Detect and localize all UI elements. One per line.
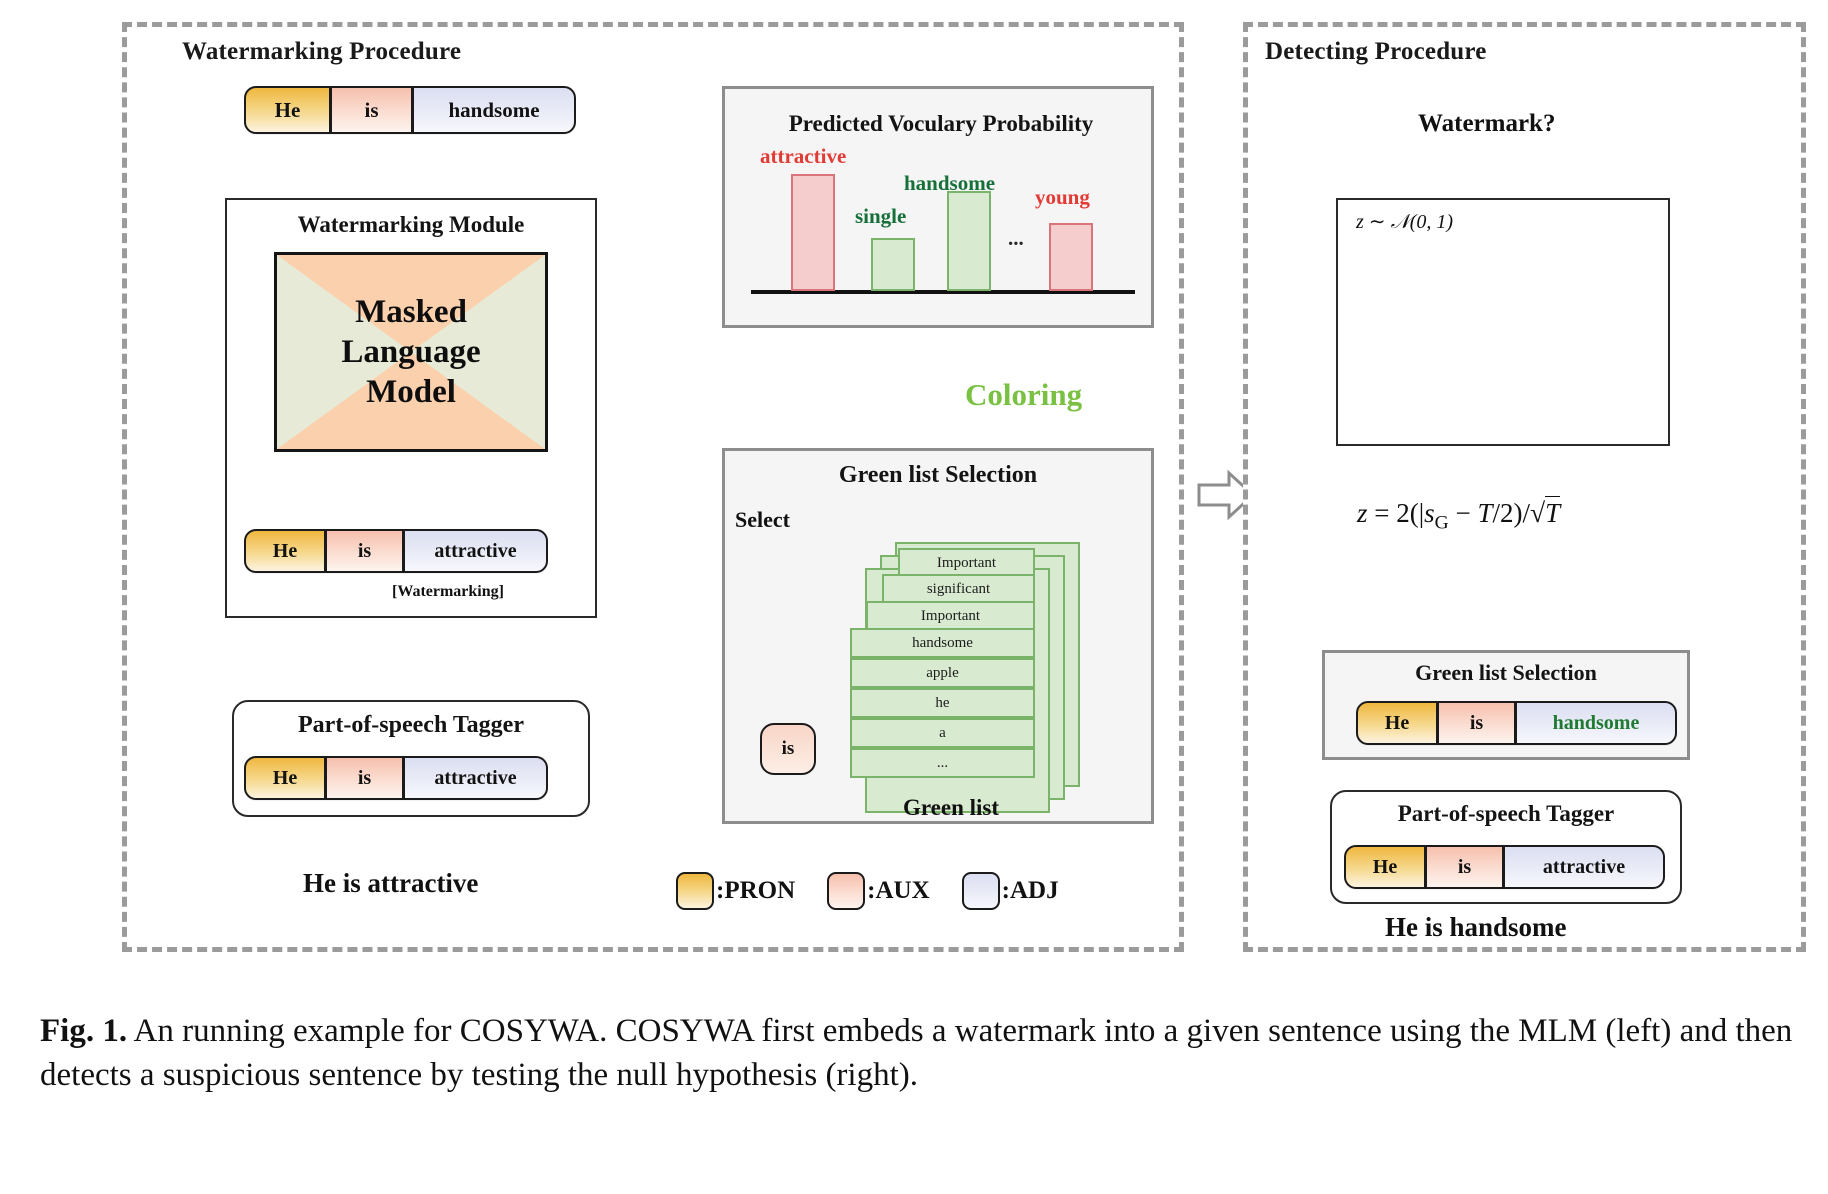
bar-ellipsis: ... (1008, 226, 1024, 250)
token-bubble-label: is (781, 738, 795, 759)
bar-label-single: single (855, 204, 907, 228)
watermarking-note: [Watermarking] (392, 583, 504, 600)
legend-item-adj: :ADJ (961, 872, 1059, 910)
token-chip-attractive[interactable]: attractive (403, 756, 548, 800)
green-list-item[interactable]: handsome (850, 628, 1035, 658)
legend-swatch-adj-icon (961, 872, 1000, 910)
figure-root: Watermarking Procedure He is handsome Wa… (0, 0, 1828, 1194)
watermarking-procedure-title: Watermarking Procedure (182, 38, 462, 65)
green-list-selection-title-right: Green list Selection (1415, 660, 1597, 685)
pos-tagger-tokens-right: He is attractive (1344, 845, 1665, 889)
green-list-item[interactable]: he (850, 688, 1035, 718)
figure-caption: Fig. 1. An running example for COSYWA. C… (40, 1010, 1800, 1097)
coloring-label: Coloring (965, 377, 1083, 412)
z-score-formula: z = 2(|sG − T/2)/√T (1357, 496, 1561, 534)
legend-label-pron: :PRON (716, 877, 796, 904)
token-chip-he[interactable]: He (1344, 845, 1426, 889)
pos-tagger-title-right: Part-of-speech Tagger (1397, 801, 1615, 826)
token-chip-handsome[interactable]: handsome (412, 86, 576, 134)
token-chip-handsome[interactable]: handsome (1515, 701, 1677, 745)
token-chip-is[interactable]: is (1438, 701, 1515, 745)
detecting-procedure-title: Detecting Procedure (1265, 38, 1487, 65)
green-list-item[interactable]: a (850, 718, 1035, 748)
green-list-item[interactable]: ... (850, 748, 1035, 778)
token-chip-attractive[interactable]: attractive (1503, 845, 1665, 889)
legend-swatch-aux-icon (827, 872, 866, 910)
legend-label-aux: :AUX (867, 877, 930, 904)
bar-single (871, 238, 915, 291)
token-bubble-is[interactable]: is (760, 723, 816, 775)
mlm-line-3: Model (366, 374, 456, 411)
bar-label-young: young (1035, 185, 1090, 209)
token-chip-is[interactable]: is (1426, 845, 1503, 889)
green-list-item[interactable]: significant (882, 574, 1035, 604)
masked-language-model-box: Masked Language Model (274, 252, 548, 452)
z-distribution-annotation: z ∼ 𝒩(0, 1) (1356, 211, 1454, 233)
legend-label-adj: :ADJ (1001, 877, 1059, 904)
mlm-line-1: Masked (355, 293, 467, 330)
caption-label: Fig. 1. (40, 1013, 128, 1049)
token-chip-is[interactable]: is (331, 86, 412, 134)
green-list-tokens-right: He is handsome (1356, 701, 1677, 745)
green-list-item[interactable]: apple (850, 658, 1035, 688)
token-chip-attractive[interactable]: attractive (403, 529, 548, 573)
z-distribution-plot (1336, 198, 1670, 446)
bar-handsome (947, 191, 991, 291)
token-chip-he[interactable]: He (244, 756, 326, 800)
mlm-line-2: Language (341, 333, 481, 370)
output-tokens-row: He is handsome (244, 86, 576, 134)
token-chip-is[interactable]: is (326, 756, 403, 800)
chart-title: Predicted Voculary Probability (788, 111, 1094, 136)
select-label: Select (735, 507, 790, 532)
green-list-item[interactable]: Important (866, 601, 1035, 631)
legend-item-aux: :AUX (827, 872, 930, 910)
z-annotation-text: z (1356, 211, 1364, 233)
bar-label-handsome: handsome (904, 171, 996, 195)
module-input-tokens-row: He is attractive (244, 529, 548, 573)
input-sentence-left: He is attractive (303, 868, 479, 898)
watermark-decision-label: Watermark? (1418, 110, 1556, 137)
token-chip-he[interactable]: He (244, 86, 331, 134)
caption-text: An running example for COSYWA. COSYWA fi… (40, 1013, 1793, 1093)
green-list-selection-title: Green list Selection (838, 462, 1038, 488)
pos-tagger-tokens-left: He is attractive (244, 756, 548, 800)
predicted-vocab-probability-chart: Predicted Voculary Probability attractiv… (722, 86, 1154, 328)
pos-legend: :PRON :AUX :ADJ (676, 872, 1059, 910)
bar-attractive (791, 174, 835, 291)
legend-item-pron: :PRON (676, 872, 795, 910)
watermarking-module-title: Watermarking Module (297, 212, 525, 237)
token-chip-he[interactable]: He (1356, 701, 1438, 745)
bar-label-attractive: attractive (760, 144, 847, 168)
mlm-label-group: Masked Language Model (277, 255, 545, 449)
pos-tagger-title-left: Part-of-speech Tagger (298, 712, 524, 738)
green-list-bottom-label: Green list (903, 795, 1000, 820)
token-chip-he[interactable]: He (244, 529, 326, 573)
legend-swatch-pron-icon (676, 872, 714, 910)
token-chip-is[interactable]: is (326, 529, 403, 573)
input-sentence-right: He is handsome (1385, 912, 1567, 942)
bar-young (1049, 223, 1093, 291)
